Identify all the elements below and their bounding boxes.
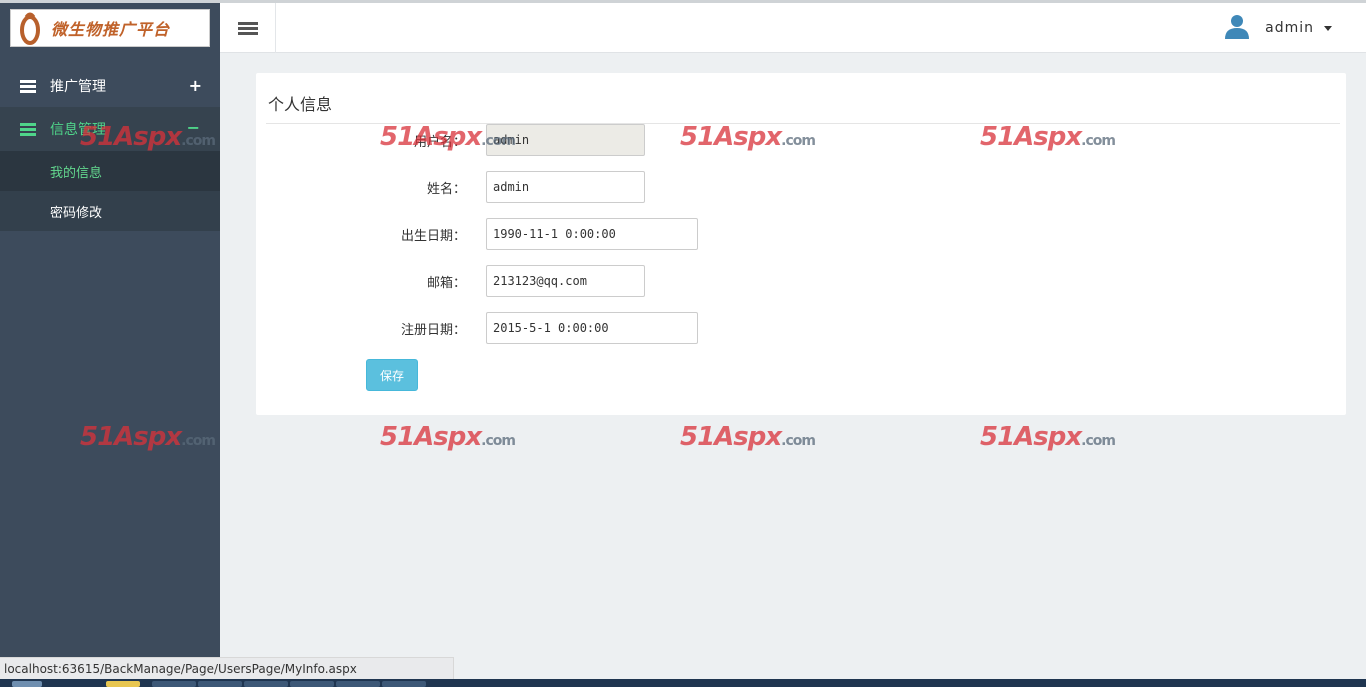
user-menu[interactable]: admin bbox=[1223, 13, 1332, 43]
watermark-suffix: .com bbox=[1081, 433, 1116, 449]
sidebar-toggle-button[interactable] bbox=[220, 3, 276, 53]
sidebar-item-promo[interactable]: 推广管理 + bbox=[0, 65, 220, 107]
sidebar-subitem-label: 我的信息 bbox=[50, 165, 103, 181]
birthdate-field[interactable] bbox=[486, 218, 698, 250]
email-field[interactable] bbox=[486, 265, 645, 297]
field-label: 邮箱： bbox=[426, 275, 466, 291]
taskbar-app-icon[interactable] bbox=[198, 681, 242, 687]
watermark-suffix: .com bbox=[481, 133, 516, 149]
watermark: 51Aspx.com bbox=[680, 122, 816, 152]
page-title: 个人信息 bbox=[268, 95, 333, 114]
sidebar-subitem-my-info[interactable]: 我的信息 bbox=[0, 151, 220, 191]
expand-icon: + bbox=[188, 76, 202, 95]
save-button[interactable]: 保存 bbox=[366, 359, 418, 391]
watermark-suffix: .com bbox=[181, 433, 216, 449]
watermark-text: 51Aspx bbox=[980, 422, 1082, 452]
field-row-birthdate: 出生日期： bbox=[256, 218, 698, 250]
watermark-text: 51Aspx bbox=[980, 122, 1082, 152]
field-label: 出生日期： bbox=[400, 228, 466, 244]
watermark: 51Aspx.com bbox=[680, 422, 816, 452]
sidebar-subitem-label: 密码修改 bbox=[50, 205, 103, 221]
watermark-text: 51Aspx bbox=[380, 422, 482, 452]
sidebar: 微生物推广平台 推广管理 + 信息管理 − 我的信息 密码修改 bbox=[0, 3, 220, 657]
watermark: 51Aspx.com bbox=[80, 422, 216, 452]
taskbar-app-icon[interactable] bbox=[152, 681, 196, 687]
watermark-text: 51Aspx bbox=[80, 122, 182, 152]
field-row-name: 姓名： bbox=[256, 171, 645, 203]
logo-text: 微生物推广平台 bbox=[51, 20, 171, 39]
user-avatar-icon bbox=[1223, 13, 1251, 43]
menu-icon bbox=[20, 121, 36, 138]
watermark-suffix: .com bbox=[781, 433, 816, 449]
watermark: 51Aspx.com bbox=[980, 422, 1116, 452]
menu-icon bbox=[20, 78, 36, 95]
taskbar-app-icon[interactable] bbox=[382, 681, 426, 687]
taskbar-app-icon[interactable] bbox=[290, 681, 334, 687]
hamburger-icon bbox=[237, 20, 258, 37]
watermark: 51Aspx.com bbox=[980, 122, 1116, 152]
watermark-suffix: .com bbox=[781, 133, 816, 149]
field-label: 姓名： bbox=[426, 181, 466, 197]
register-date-field[interactable] bbox=[486, 312, 698, 344]
taskbar-app-icon[interactable] bbox=[106, 681, 140, 687]
taskbar-app-icon[interactable] bbox=[336, 681, 380, 687]
watermark-suffix: .com bbox=[1081, 133, 1116, 149]
name-field[interactable] bbox=[486, 171, 645, 203]
logo[interactable]: 微生物推广平台 bbox=[10, 9, 210, 47]
top-header: admin bbox=[220, 3, 1366, 53]
watermark-text: 51Aspx bbox=[680, 422, 782, 452]
watermark-suffix: .com bbox=[481, 433, 516, 449]
watermark-suffix: .com bbox=[181, 133, 216, 149]
caret-down-icon bbox=[1324, 25, 1332, 31]
watermark: 51Aspx.com bbox=[380, 422, 516, 452]
sidebar-item-label: 推广管理 bbox=[50, 79, 106, 95]
watermark-text: 51Aspx bbox=[380, 122, 482, 152]
sidebar-subitem-change-password[interactable]: 密码修改 bbox=[0, 191, 220, 231]
watermark: 51Aspx.com bbox=[380, 122, 516, 152]
status-bar-url: localhost:63615/BackManage/Page/UsersPag… bbox=[0, 657, 454, 679]
watermark-text: 51Aspx bbox=[680, 122, 782, 152]
watermark-text: 51Aspx bbox=[80, 422, 182, 452]
field-row-register-date: 注册日期： bbox=[256, 312, 698, 344]
logo-icon bbox=[15, 10, 45, 46]
taskbar-app-icon[interactable] bbox=[244, 681, 288, 687]
user-name: admin bbox=[1265, 20, 1314, 36]
os-taskbar bbox=[0, 679, 1366, 687]
field-row-email: 邮箱： bbox=[256, 265, 645, 297]
watermark: 51Aspx.com bbox=[80, 122, 216, 152]
start-button-icon[interactable] bbox=[12, 681, 42, 687]
field-label: 注册日期： bbox=[400, 322, 466, 338]
